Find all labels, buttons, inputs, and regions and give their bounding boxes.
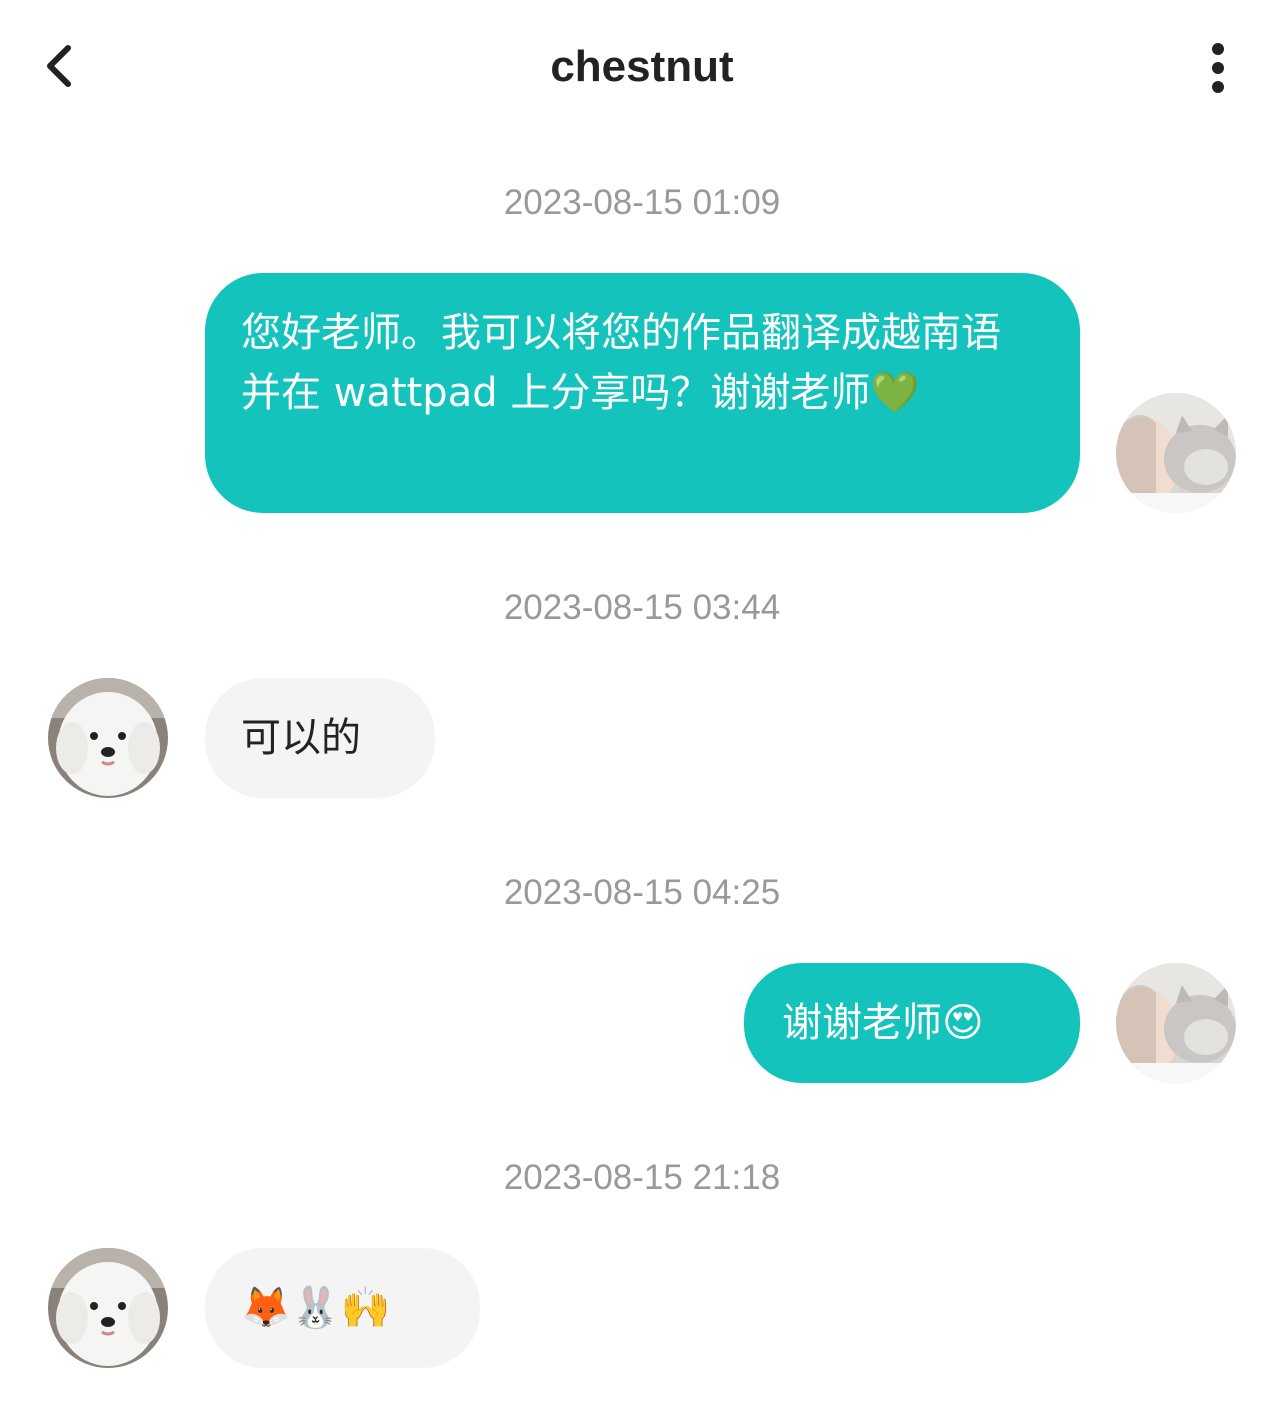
message-timestamp: 2023-08-15 01:09 [503,183,781,222]
incoming-message-bubble[interactable]: 🦊🐰🙌 [205,1248,480,1368]
message-timestamp: 2023-08-15 21:18 [503,1158,781,1197]
chat-header: chestnut [0,0,1284,134]
message-timestamp: 2023-08-15 04:25 [503,873,781,912]
contact-avatar[interactable] [48,1248,168,1368]
outgoing-message-bubble[interactable]: 您好老师。我可以将您的作品翻译成越南语并在 wattpad 上分享吗？谢谢老师💚 [205,273,1080,513]
my-avatar[interactable] [1116,393,1236,513]
more-vertical-icon[interactable] [1190,34,1246,102]
my-avatar[interactable] [1116,963,1236,1083]
outgoing-message-bubble[interactable]: 谢谢老师😍 [744,963,1080,1083]
message-timestamp: 2023-08-15 03:44 [503,588,781,627]
incoming-message-bubble[interactable]: 可以的 [205,678,435,798]
chat-title: chestnut [550,42,734,91]
contact-avatar[interactable] [48,678,168,798]
